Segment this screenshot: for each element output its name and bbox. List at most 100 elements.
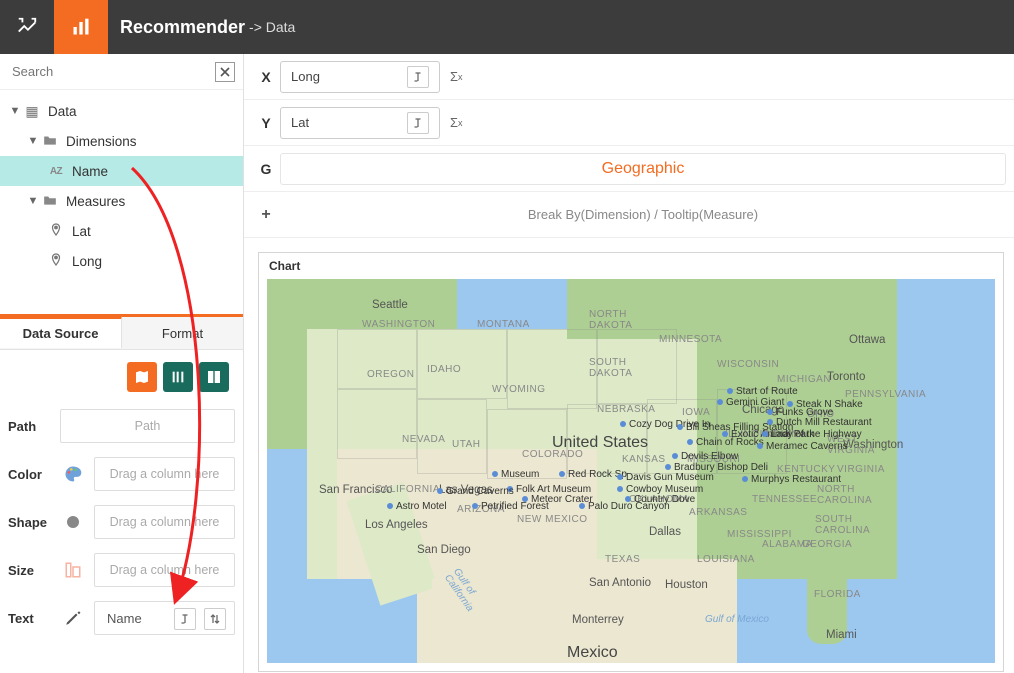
tab-data-source[interactable]: Data Source: [0, 316, 122, 348]
sigma-icon[interactable]: Σx: [450, 69, 463, 84]
path-field: Path Path: [8, 402, 235, 450]
color-field: Color Drag a column here: [8, 450, 235, 498]
state-ut: UTAH: [452, 439, 480, 450]
shape-drop[interactable]: Drag a column here: [94, 505, 235, 539]
city-sd: San Diego: [417, 544, 471, 556]
dual-axis-icon[interactable]: [163, 362, 193, 392]
left-panel: ▼ ▦ Data ▼ Dimensions AZ Name ▼ Measures: [0, 54, 244, 673]
size-drop[interactable]: Drag a column here: [94, 553, 235, 587]
color-drop[interactable]: Drag a column here: [94, 457, 235, 491]
state-wi: WISCONSIN: [717, 359, 779, 370]
poi: Dutch Mill Restaurant: [767, 417, 872, 428]
main-area: X Long Σx Y Lat Σx G Geographic + Break …: [244, 54, 1014, 673]
state-fl: FLORIDA: [814, 589, 861, 600]
state-tx: TEXAS: [605, 554, 640, 565]
g-shelf: G Geographic: [244, 146, 1014, 192]
palette-icon[interactable]: [60, 461, 86, 487]
search-row: [0, 54, 243, 90]
tree-dimensions-node[interactable]: ▼ Dimensions: [0, 126, 243, 156]
tree-label: Lat: [72, 224, 91, 239]
map-canvas[interactable]: United States Mexico Seattle San Francis…: [267, 279, 995, 663]
tree-data-node[interactable]: ▼ ▦ Data: [0, 96, 243, 126]
tree-measures-node[interactable]: ▼ Measures: [0, 186, 243, 216]
state-nm: NEW MEXICO: [517, 514, 588, 525]
search-clear-button[interactable]: [215, 62, 235, 82]
sigma-icon[interactable]: Σx: [450, 115, 463, 130]
state-mt: MONTANA: [477, 319, 530, 330]
size-icon[interactable]: [60, 557, 86, 583]
city-sa: San Antonio: [589, 577, 651, 589]
state-wy: WYOMING: [492, 384, 546, 395]
y-pill[interactable]: Lat: [280, 107, 440, 139]
state-ca: CALIFORNIA: [375, 484, 440, 495]
x-pill-text: Long: [291, 69, 320, 84]
break-placeholder[interactable]: Break By(Dimension) / Tooltip(Measure): [280, 207, 1006, 222]
tree-name-node[interactable]: AZ Name: [0, 156, 243, 186]
g-label: G: [252, 161, 280, 177]
caret-icon: ▼: [26, 135, 40, 147]
city-la: Los Angeles: [365, 519, 428, 531]
sort-button[interactable]: [204, 608, 226, 630]
state-sc: SOUTH CAROLINA: [815, 514, 870, 536]
text-drop[interactable]: Name: [94, 601, 235, 635]
state-tn: TENNESSEE: [752, 494, 817, 505]
poi: Start of Route: [727, 386, 798, 397]
poi: Devils Elbow: [672, 451, 738, 462]
fx-button[interactable]: [174, 608, 196, 630]
fx-button[interactable]: [407, 112, 429, 134]
header: Recommender -> Data: [0, 0, 1014, 54]
state-wa: WASHINGTON: [362, 319, 435, 330]
pin-icon: [46, 253, 66, 270]
x-label: X: [252, 69, 280, 85]
text-type-icon: AZ: [46, 166, 66, 177]
size-field: Size Drag a column here: [8, 546, 235, 594]
path-label: Path: [8, 419, 60, 434]
y-pill-text: Lat: [291, 115, 309, 130]
poi: Country Dove: [625, 494, 695, 505]
tree-label: Measures: [66, 194, 125, 209]
state-co: COLORADO: [522, 449, 583, 460]
folder-icon: [40, 193, 60, 209]
city-dallas: Dallas: [649, 526, 681, 538]
grid-icon: ▦: [22, 103, 42, 120]
x-pill[interactable]: Long: [280, 61, 440, 93]
city-monterrey: Monterrey: [572, 614, 624, 626]
poi: Murphys Restaurant: [742, 474, 841, 485]
tree-label: Data: [48, 104, 77, 119]
logo-icon[interactable]: [0, 0, 54, 54]
folder-icon: [40, 133, 60, 149]
poi: Grand Caverns: [437, 486, 514, 497]
tree-label: Name: [72, 164, 108, 179]
poi: Petrified Forest: [472, 501, 549, 512]
map-chart-icon[interactable]: [127, 362, 157, 392]
state-la: LOUISIANA: [697, 554, 755, 565]
break-shelf: + Break By(Dimension) / Tooltip(Measure): [244, 192, 1014, 238]
state-ne: NEBRASKA: [597, 404, 655, 415]
state-or: OREGON: [367, 369, 414, 380]
city-seattle: Seattle: [372, 299, 408, 311]
geographic-pill[interactable]: Geographic: [280, 153, 1006, 185]
add-shelf-button[interactable]: +: [252, 206, 280, 224]
search-input[interactable]: [12, 58, 215, 85]
path-drop[interactable]: Path: [60, 409, 235, 443]
fx-button[interactable]: [407, 66, 429, 88]
pencil-icon[interactable]: [60, 605, 86, 631]
mexico-label: Mexico: [567, 644, 618, 662]
state-ks: KANSAS: [622, 454, 666, 465]
circle-icon[interactable]: [60, 509, 86, 535]
flow-chart-icon[interactable]: [199, 362, 229, 392]
poi: Astro Motel: [387, 501, 447, 512]
chart-mode-icon[interactable]: [54, 0, 108, 54]
tree-long-node[interactable]: Long: [0, 246, 243, 276]
tab-format[interactable]: Format: [122, 317, 243, 349]
city-toronto: Toronto: [827, 371, 865, 383]
chart-type-icons: [8, 358, 235, 402]
state-mi: MICHIGAN: [777, 374, 831, 385]
tree-lat-node[interactable]: Lat: [0, 216, 243, 246]
y-label: Y: [252, 115, 280, 131]
left-tabs: Data Source Format: [0, 314, 243, 350]
chart-title: Chart: [259, 253, 1003, 279]
page-subtitle: -> Data: [249, 19, 295, 35]
x-shelf: X Long Σx: [244, 54, 1014, 100]
state-nd: NORTH DAKOTA: [589, 309, 632, 331]
